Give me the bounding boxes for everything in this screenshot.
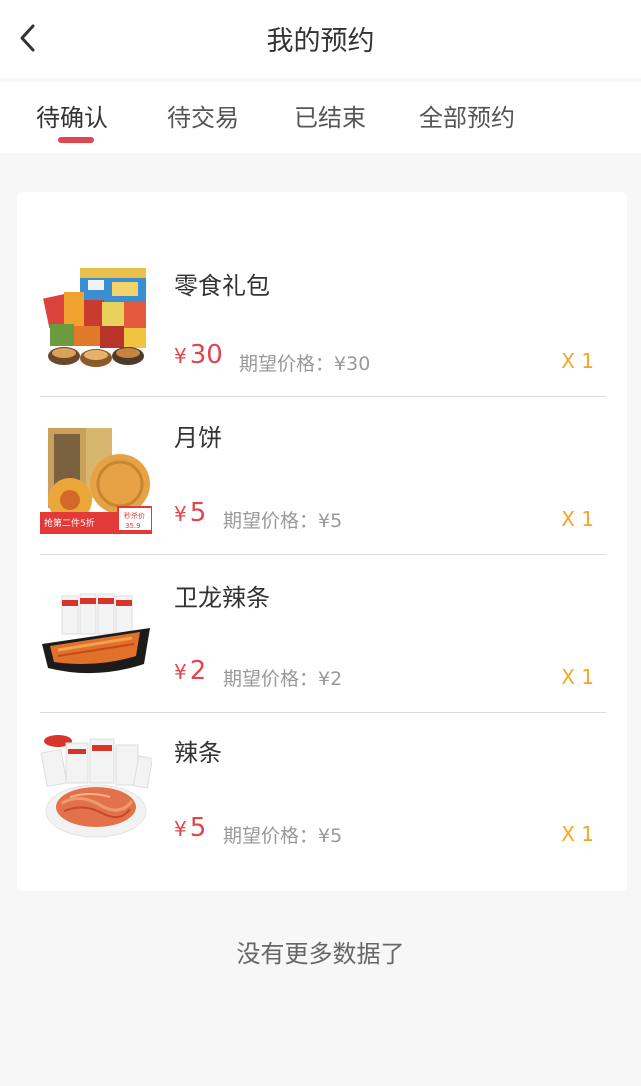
expected-price: 期望价格：¥5 xyxy=(223,510,343,532)
expected-price: 期望价格：¥2 xyxy=(223,668,343,690)
list-item[interactable]: 零食礼包 ¥30 期望价格：¥30 X 1 xyxy=(40,240,606,397)
list-item[interactable]: 辣条 ¥5 期望价格：¥5 X 1 xyxy=(40,713,606,863)
list-item[interactable]: 抢第二件5折 秒杀价 35.9 月饼 ¥5 期望价格：¥5 X 1 xyxy=(40,398,606,555)
page-title: 我的预约 xyxy=(266,26,375,57)
item-price: ¥5 xyxy=(174,498,207,528)
active-tab-indicator xyxy=(58,137,94,143)
tab-pending-confirm[interactable]: 待确认 xyxy=(36,98,108,133)
item-quantity: X 1 xyxy=(561,349,594,373)
item-name: 零食礼包 xyxy=(174,272,270,300)
item-name: 月饼 xyxy=(174,424,222,452)
snack-gift-box-image xyxy=(43,268,146,367)
item-price: ¥2 xyxy=(174,656,207,686)
svg-text:抢第二件5折: 抢第二件5折 xyxy=(44,517,95,529)
divider xyxy=(40,554,606,555)
svg-text:秒杀价: 秒杀价 xyxy=(124,511,145,520)
mooncake-image: 抢第二件5折 秒杀价 35.9 xyxy=(40,422,152,534)
reservation-list: 零食礼包 ¥30 期望价格：¥30 X 1 抢第二件5折 秒杀价 35.9 月饼… xyxy=(17,192,627,891)
item-price: ¥30 xyxy=(174,340,223,370)
divider xyxy=(40,396,606,397)
item-quantity: X 1 xyxy=(561,507,594,531)
no-more-data-text: 没有更多数据了 xyxy=(236,940,405,968)
item-quantity: X 1 xyxy=(561,822,594,846)
tab-bar: 待确认 待交易 已结束 全部预约 xyxy=(0,82,641,153)
latiao-image xyxy=(40,735,152,838)
tab-pending-trade[interactable]: 待交易 xyxy=(167,98,239,133)
item-name: 辣条 xyxy=(174,739,222,767)
list-item[interactable]: 卫龙辣条 ¥2 期望价格：¥2 X 1 xyxy=(40,556,606,713)
expected-price: 期望价格：¥5 xyxy=(223,825,343,847)
item-quantity: X 1 xyxy=(561,665,594,689)
header-bar: 我的预约 xyxy=(0,0,641,78)
svg-text:35.9: 35.9 xyxy=(125,522,141,530)
weilong-latiao-image xyxy=(42,593,150,674)
expected-price: 期望价格：¥30 xyxy=(239,353,371,375)
item-price: ¥5 xyxy=(174,813,207,843)
tab-all-reservations[interactable]: 全部预约 xyxy=(419,98,515,133)
item-name: 卫龙辣条 xyxy=(174,584,270,612)
tab-finished[interactable]: 已结束 xyxy=(294,98,366,133)
